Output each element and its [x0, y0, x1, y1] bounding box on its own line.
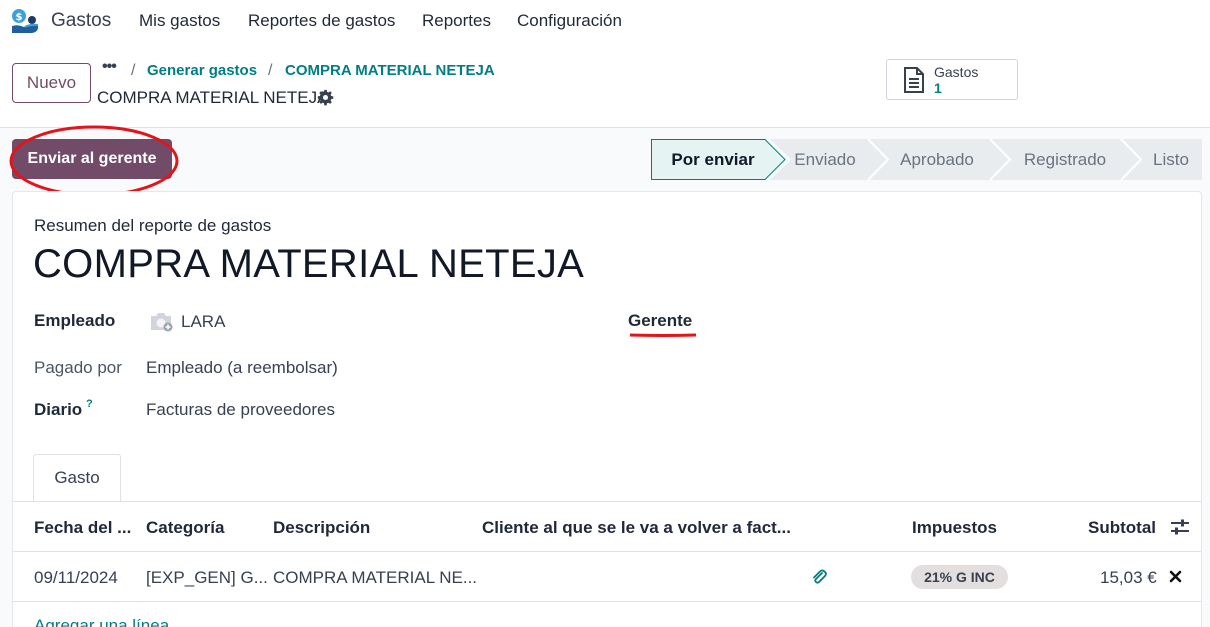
form-sheet: Resumen del reporte de gastos COMPRA MAT… — [12, 191, 1202, 627]
row-description[interactable]: COMPRA MATERIAL NE... — [273, 568, 477, 588]
column-header-category[interactable]: Categoría — [146, 518, 224, 538]
status-step-listo[interactable]: Listo — [1141, 139, 1201, 180]
control-panel: Nuevo ••• / Generar gastos / COMPRA MATE… — [0, 44, 1210, 128]
tab-divider — [13, 501, 1201, 502]
breadcrumb-more-button[interactable]: ••• — [102, 58, 117, 76]
column-header-subtotal[interactable]: Subtotal — [1088, 518, 1156, 538]
svg-text:$: $ — [16, 12, 23, 23]
app-name[interactable]: Gastos — [51, 10, 111, 32]
gear-icon[interactable] — [317, 89, 334, 106]
status-step-por-enviar[interactable]: Por enviar — [651, 139, 775, 180]
add-line-link[interactable]: Agregar una línea — [34, 616, 169, 627]
journal-value[interactable]: Facturas de proveedores — [146, 400, 335, 420]
tab-gasto[interactable]: Gasto — [33, 454, 121, 502]
status-bar: Por enviar Enviado Aprobado Registrado L… — [651, 139, 1202, 180]
column-header-taxes[interactable]: Impuestos — [912, 518, 997, 538]
journal-label: Diario — [34, 400, 83, 419]
row-date[interactable]: 09/11/2024 — [34, 568, 118, 588]
status-step-enviado[interactable]: Enviado — [785, 139, 865, 180]
employee-value[interactable]: LARA — [181, 312, 225, 332]
record-title: COMPRA MATERIAL NETEJA — [97, 88, 329, 107]
top-navbar: $ Gastos Mis gastos Reportes de gastos R… — [0, 0, 1210, 44]
smart-button-label: Gastos — [934, 64, 979, 80]
tax-badge: 21% G INC — [911, 565, 1008, 589]
optional-columns-icon[interactable] — [1170, 518, 1190, 536]
menu-reportes-de-gastos[interactable]: Reportes de gastos — [248, 11, 395, 31]
paid-by-label: Pagado por — [34, 358, 122, 377]
camera-avatar-icon[interactable] — [148, 311, 174, 333]
paperclip-icon[interactable] — [811, 569, 827, 585]
form-subtitle: Resumen del reporte de gastos — [34, 216, 272, 235]
delete-row-icon[interactable] — [1169, 570, 1182, 583]
employee-label: Empleado — [34, 311, 116, 330]
breadcrumb-generar-gastos[interactable]: Generar gastos — [147, 62, 257, 79]
report-title-field[interactable]: COMPRA MATERIAL NETEJA — [33, 242, 584, 287]
menu-reportes[interactable]: Reportes — [422, 11, 491, 31]
menu-configuracion[interactable]: Configuración — [517, 11, 622, 31]
status-step-registrado[interactable]: Registrado — [1011, 139, 1119, 180]
manager-label: Gerente — [628, 311, 693, 330]
table-row-divider — [13, 601, 1201, 602]
column-header-customer[interactable]: Cliente al que se le va a volver a fact.… — [482, 518, 791, 538]
document-icon — [904, 67, 924, 93]
row-category[interactable]: [EXP_GEN] G... — [146, 568, 268, 588]
breadcrumb-separator: / — [268, 62, 273, 79]
column-header-description[interactable]: Descripción — [273, 518, 370, 538]
breadcrumb-current-report[interactable]: COMPRA MATERIAL NETEJA — [285, 62, 495, 79]
red-annotation-underline — [629, 333, 697, 337]
row-subtotal: 15,03 € — [1100, 568, 1157, 587]
breadcrumb-separator: / — [131, 62, 136, 79]
expenses-smart-button[interactable]: Gastos 1 — [886, 59, 1018, 100]
send-to-manager-button[interactable]: Enviar al gerente — [12, 139, 172, 179]
paid-by-value[interactable]: Empleado (a reembolsar) — [146, 358, 338, 378]
new-button[interactable]: Nuevo — [12, 63, 91, 103]
table-header-divider — [13, 551, 1201, 552]
smart-button-count: 1 — [934, 80, 942, 96]
column-header-date[interactable]: Fecha del ... — [34, 518, 131, 538]
menu-mis-gastos[interactable]: Mis gastos — [139, 11, 220, 31]
journal-help-tooltip[interactable]: ? — [86, 398, 93, 410]
status-step-aprobado[interactable]: Aprobado — [889, 139, 985, 180]
expenses-app-icon[interactable]: $ — [10, 8, 40, 34]
